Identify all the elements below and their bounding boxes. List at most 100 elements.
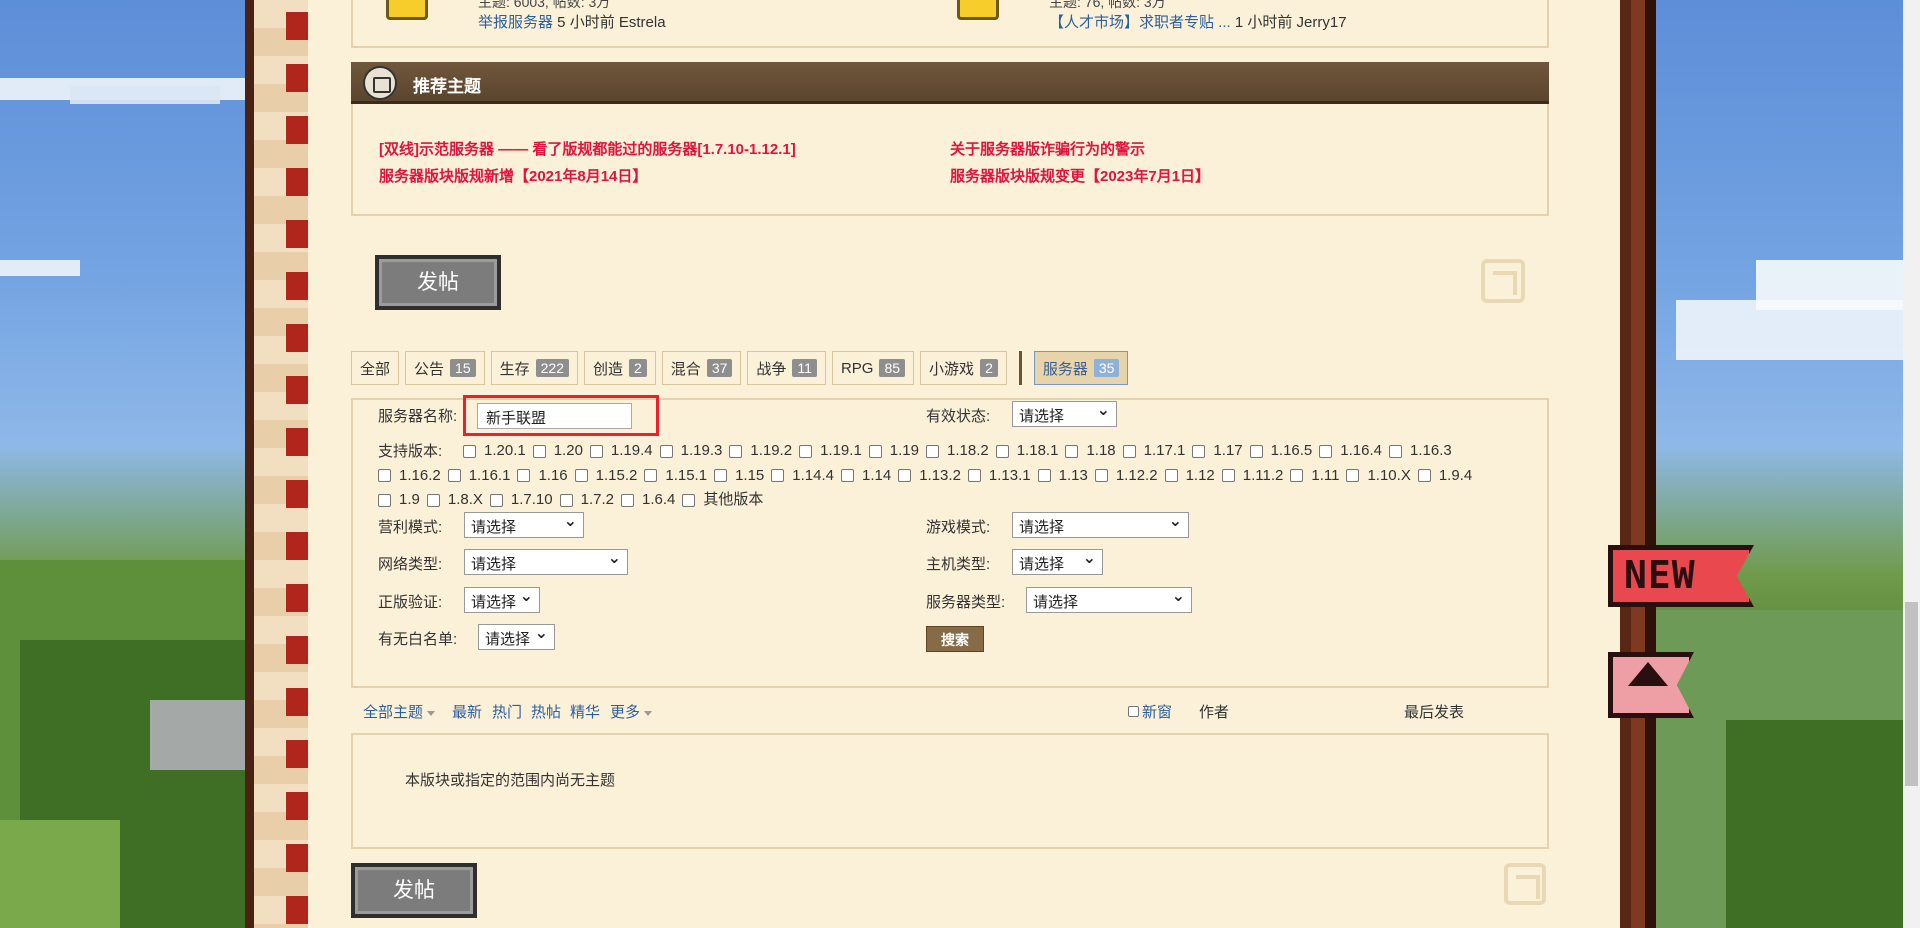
version-option[interactable]: 1.18 xyxy=(1065,440,1116,462)
profit-mode-select[interactable]: 请选择 xyxy=(464,511,584,538)
version-option[interactable]: 1.16.1 xyxy=(447,465,510,487)
filter-hot-posts[interactable]: 热帖 xyxy=(531,701,561,722)
version-option[interactable]: 1.16.5 xyxy=(1249,440,1312,462)
return-icon[interactable] xyxy=(1504,863,1546,905)
tab-creative[interactable]: 创造 2 xyxy=(583,351,656,385)
version-option[interactable]: 1.7.10 xyxy=(489,489,553,511)
version-checkbox[interactable] xyxy=(1164,469,1178,482)
version-checkbox[interactable] xyxy=(868,444,882,458)
version-checkbox[interactable] xyxy=(995,444,1009,458)
version-checkbox[interactable] xyxy=(1346,469,1360,482)
all-topics-dropdown[interactable]: 全部主题 xyxy=(363,701,436,722)
recommended-link[interactable]: 服务器版块版规变更【2023年7月1日】 xyxy=(950,165,1210,186)
recommended-link[interactable]: [双线]示范服务器 —— 看了版规都能过的服务器[1.7.10-1.12.1] xyxy=(379,138,796,159)
forum-last-post-link[interactable]: 【人才市场】求职者专贴 ... xyxy=(1049,14,1231,31)
version-checkbox[interactable] xyxy=(426,493,440,507)
version-option[interactable]: 1.15.2 xyxy=(574,465,637,487)
version-checkbox[interactable] xyxy=(532,444,546,458)
version-checkbox[interactable] xyxy=(1192,444,1206,458)
game-mode-select[interactable]: 请选择 xyxy=(1012,511,1189,538)
version-option[interactable]: 1.19.1 xyxy=(799,440,862,462)
version-option[interactable]: 1.14 xyxy=(841,465,891,487)
version-checkbox[interactable] xyxy=(729,444,743,458)
search-button[interactable]: 搜索 xyxy=(926,626,984,652)
version-checkbox[interactable] xyxy=(1290,469,1304,482)
version-checkbox[interactable] xyxy=(1417,469,1431,482)
version-checkbox[interactable] xyxy=(1094,469,1108,482)
filter-digest[interactable]: 精华 xyxy=(570,701,600,722)
version-checkbox[interactable] xyxy=(1037,469,1051,482)
new-post-button-bottom[interactable]: 发帖 xyxy=(351,863,477,918)
tab-mixed[interactable]: 混合 37 xyxy=(661,351,742,385)
server-type-select[interactable]: 请选择 xyxy=(1026,586,1192,613)
version-option[interactable]: 1.12 xyxy=(1164,465,1215,487)
version-option[interactable]: 1.13.2 xyxy=(898,465,961,487)
version-option[interactable]: 1.7.2 xyxy=(559,489,614,511)
scrollbar[interactable] xyxy=(1903,0,1920,928)
version-option[interactable]: 1.15.1 xyxy=(644,465,707,487)
version-option[interactable]: 1.16.4 xyxy=(1319,440,1382,462)
version-checkbox[interactable] xyxy=(447,469,461,482)
tab-all[interactable]: 全部 xyxy=(351,351,400,385)
version-option[interactable]: 1.16.3 xyxy=(1389,440,1452,462)
filter-hot[interactable]: 热门 xyxy=(492,701,522,722)
version-option[interactable]: 1.19.2 xyxy=(729,440,792,462)
more-dropdown[interactable]: 更多 xyxy=(610,701,653,722)
version-option[interactable]: 1.14.4 xyxy=(771,465,834,487)
version-option[interactable]: 1.19.3 xyxy=(659,440,722,462)
version-option[interactable]: 1.17.1 xyxy=(1122,440,1185,462)
version-checkbox[interactable] xyxy=(771,469,785,482)
version-checkbox[interactable] xyxy=(841,469,854,482)
version-checkbox[interactable] xyxy=(463,444,476,458)
new-post-button[interactable]: 发帖 xyxy=(375,255,501,310)
tab-war[interactable]: 战争 11 xyxy=(747,351,826,385)
version-option[interactable]: 1.17 xyxy=(1192,440,1243,462)
whitelist-select[interactable]: 请选择 xyxy=(478,623,555,650)
version-checkbox[interactable] xyxy=(620,493,634,507)
version-checkbox[interactable] xyxy=(644,469,658,482)
new-window-checkbox[interactable] xyxy=(1128,706,1139,717)
tab-minigame[interactable]: 小游戏 2 xyxy=(920,351,1007,385)
version-option[interactable]: 1.16 xyxy=(517,465,568,487)
version-option[interactable]: 1.19.4 xyxy=(589,440,653,462)
version-option[interactable]: 1.18.2 xyxy=(926,440,989,462)
version-option[interactable]: 1.12.2 xyxy=(1094,465,1158,487)
version-checkbox[interactable] xyxy=(489,493,503,507)
version-option[interactable]: 1.13 xyxy=(1037,465,1088,487)
tab-survival[interactable]: 生存 222 xyxy=(490,351,578,385)
version-checkbox[interactable] xyxy=(589,444,603,458)
version-checkbox[interactable] xyxy=(378,493,391,507)
version-checkbox[interactable] xyxy=(559,493,573,507)
tab-notice[interactable]: 公告 15 xyxy=(405,351,485,385)
version-option[interactable]: 1.8.X xyxy=(426,489,483,511)
version-option[interactable]: 1.19 xyxy=(868,440,919,462)
version-option[interactable]: 1.9.4 xyxy=(1417,465,1472,487)
version-option[interactable]: 1.15 xyxy=(714,465,764,487)
version-checkbox[interactable] xyxy=(574,469,588,482)
version-option[interactable]: 1.11 xyxy=(1290,465,1339,487)
version-checkbox[interactable] xyxy=(682,493,696,507)
version-checkbox[interactable] xyxy=(1122,444,1136,458)
version-checkbox[interactable] xyxy=(967,469,981,482)
network-type-select[interactable]: 请选择 xyxy=(464,548,628,575)
version-checkbox[interactable] xyxy=(1389,444,1402,458)
version-checkbox[interactable] xyxy=(799,444,813,458)
version-option[interactable]: 1.10.X xyxy=(1346,465,1411,487)
version-option[interactable]: 1.13.1 xyxy=(967,465,1031,487)
version-checkbox[interactable] xyxy=(1221,469,1235,482)
filter-latest[interactable]: 最新 xyxy=(452,701,482,722)
version-option[interactable]: 1.11.2 xyxy=(1221,465,1283,487)
version-checkbox[interactable] xyxy=(659,444,673,458)
version-option[interactable]: 其他版本 xyxy=(682,489,763,511)
version-option[interactable]: 1.20.1 xyxy=(463,440,526,462)
recommended-link[interactable]: 关于服务器版诈骗行为的警示 xyxy=(950,138,1145,159)
host-type-select[interactable]: 请选择 xyxy=(1012,548,1103,575)
new-window-toggle[interactable]: 新窗 xyxy=(1128,701,1172,722)
forum-last-post-link[interactable]: 举报服务器 xyxy=(478,14,553,31)
auth-select[interactable]: 请选择 xyxy=(464,586,540,613)
version-checkbox[interactable] xyxy=(1319,444,1333,458)
version-checkbox[interactable] xyxy=(898,469,912,482)
version-option[interactable]: 1.20 xyxy=(532,440,583,462)
return-icon[interactable] xyxy=(1481,259,1525,303)
version-option[interactable]: 1.6.4 xyxy=(620,489,675,511)
